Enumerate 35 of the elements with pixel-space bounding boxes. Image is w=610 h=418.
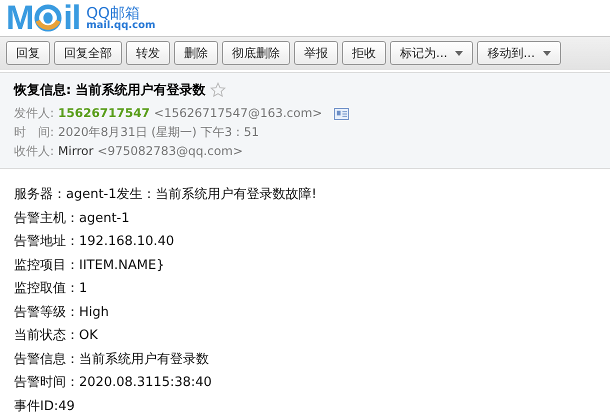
domain-text: mail.qq.com: [86, 20, 156, 30]
toolbar-button[interactable]: 彻底删除: [222, 41, 290, 65]
field-value: <975082783@qq.com>: [97, 143, 243, 160]
message-line: 事件ID:49: [14, 398, 76, 416]
field-value: <15626717547@163.com>: [154, 105, 322, 122]
message-line: 监控取值：1: [14, 280, 88, 298]
contact-card-icon[interactable]: [334, 108, 350, 120]
field-label: 收件人:: [14, 143, 54, 160]
message-line: 告警时间：2020.08.3115:38:40: [14, 374, 213, 392]
caret-icon: [542, 50, 551, 56]
contact-name[interactable]: Mirror: [58, 142, 94, 161]
toolbar-button[interactable]: 标记为...: [390, 41, 474, 65]
field-label: 时 间:: [14, 124, 54, 141]
toolbar-button[interactable]: 回复全部: [54, 41, 122, 65]
mail-subject: 恢复信息: 当前系统用户有登录数: [14, 82, 206, 99]
message-line: 告警地址：192.168.10.40: [14, 233, 176, 251]
toolbar-button[interactable]: 拒收: [342, 41, 386, 65]
field-label: 发件人:: [14, 105, 54, 122]
message-line: 服务器：agent-1发生：当前系统用户有登录数故障!: [14, 186, 318, 204]
toolbar-button[interactable]: 举报: [294, 41, 338, 65]
message-line: 告警信息：当前系统用户有登录数: [14, 350, 210, 368]
logo-letter: M: [6, 1, 34, 35]
message-line: 当前状态：OK: [14, 327, 99, 345]
message-line: 告警等级：High: [14, 304, 110, 322]
toolbar-button[interactable]: 转发: [126, 41, 170, 65]
star-icon[interactable]: [210, 82, 226, 98]
toolbar-button[interactable]: 移动到...: [477, 41, 561, 65]
field-value: 2020年8月31日 (星期一) 下午3 : 51: [58, 124, 260, 141]
message-line: 监控项目：IITEM.NAME}: [14, 256, 166, 274]
product-name: QQ邮箱: [86, 6, 140, 20]
caret-icon: [455, 50, 464, 56]
toolbar-button[interactable]: 回复: [6, 41, 50, 65]
logo-letters: il: [63, 1, 80, 35]
message-line: 告警主机：agent-1: [14, 210, 131, 228]
toolbar-button[interactable]: 删除: [174, 41, 218, 65]
